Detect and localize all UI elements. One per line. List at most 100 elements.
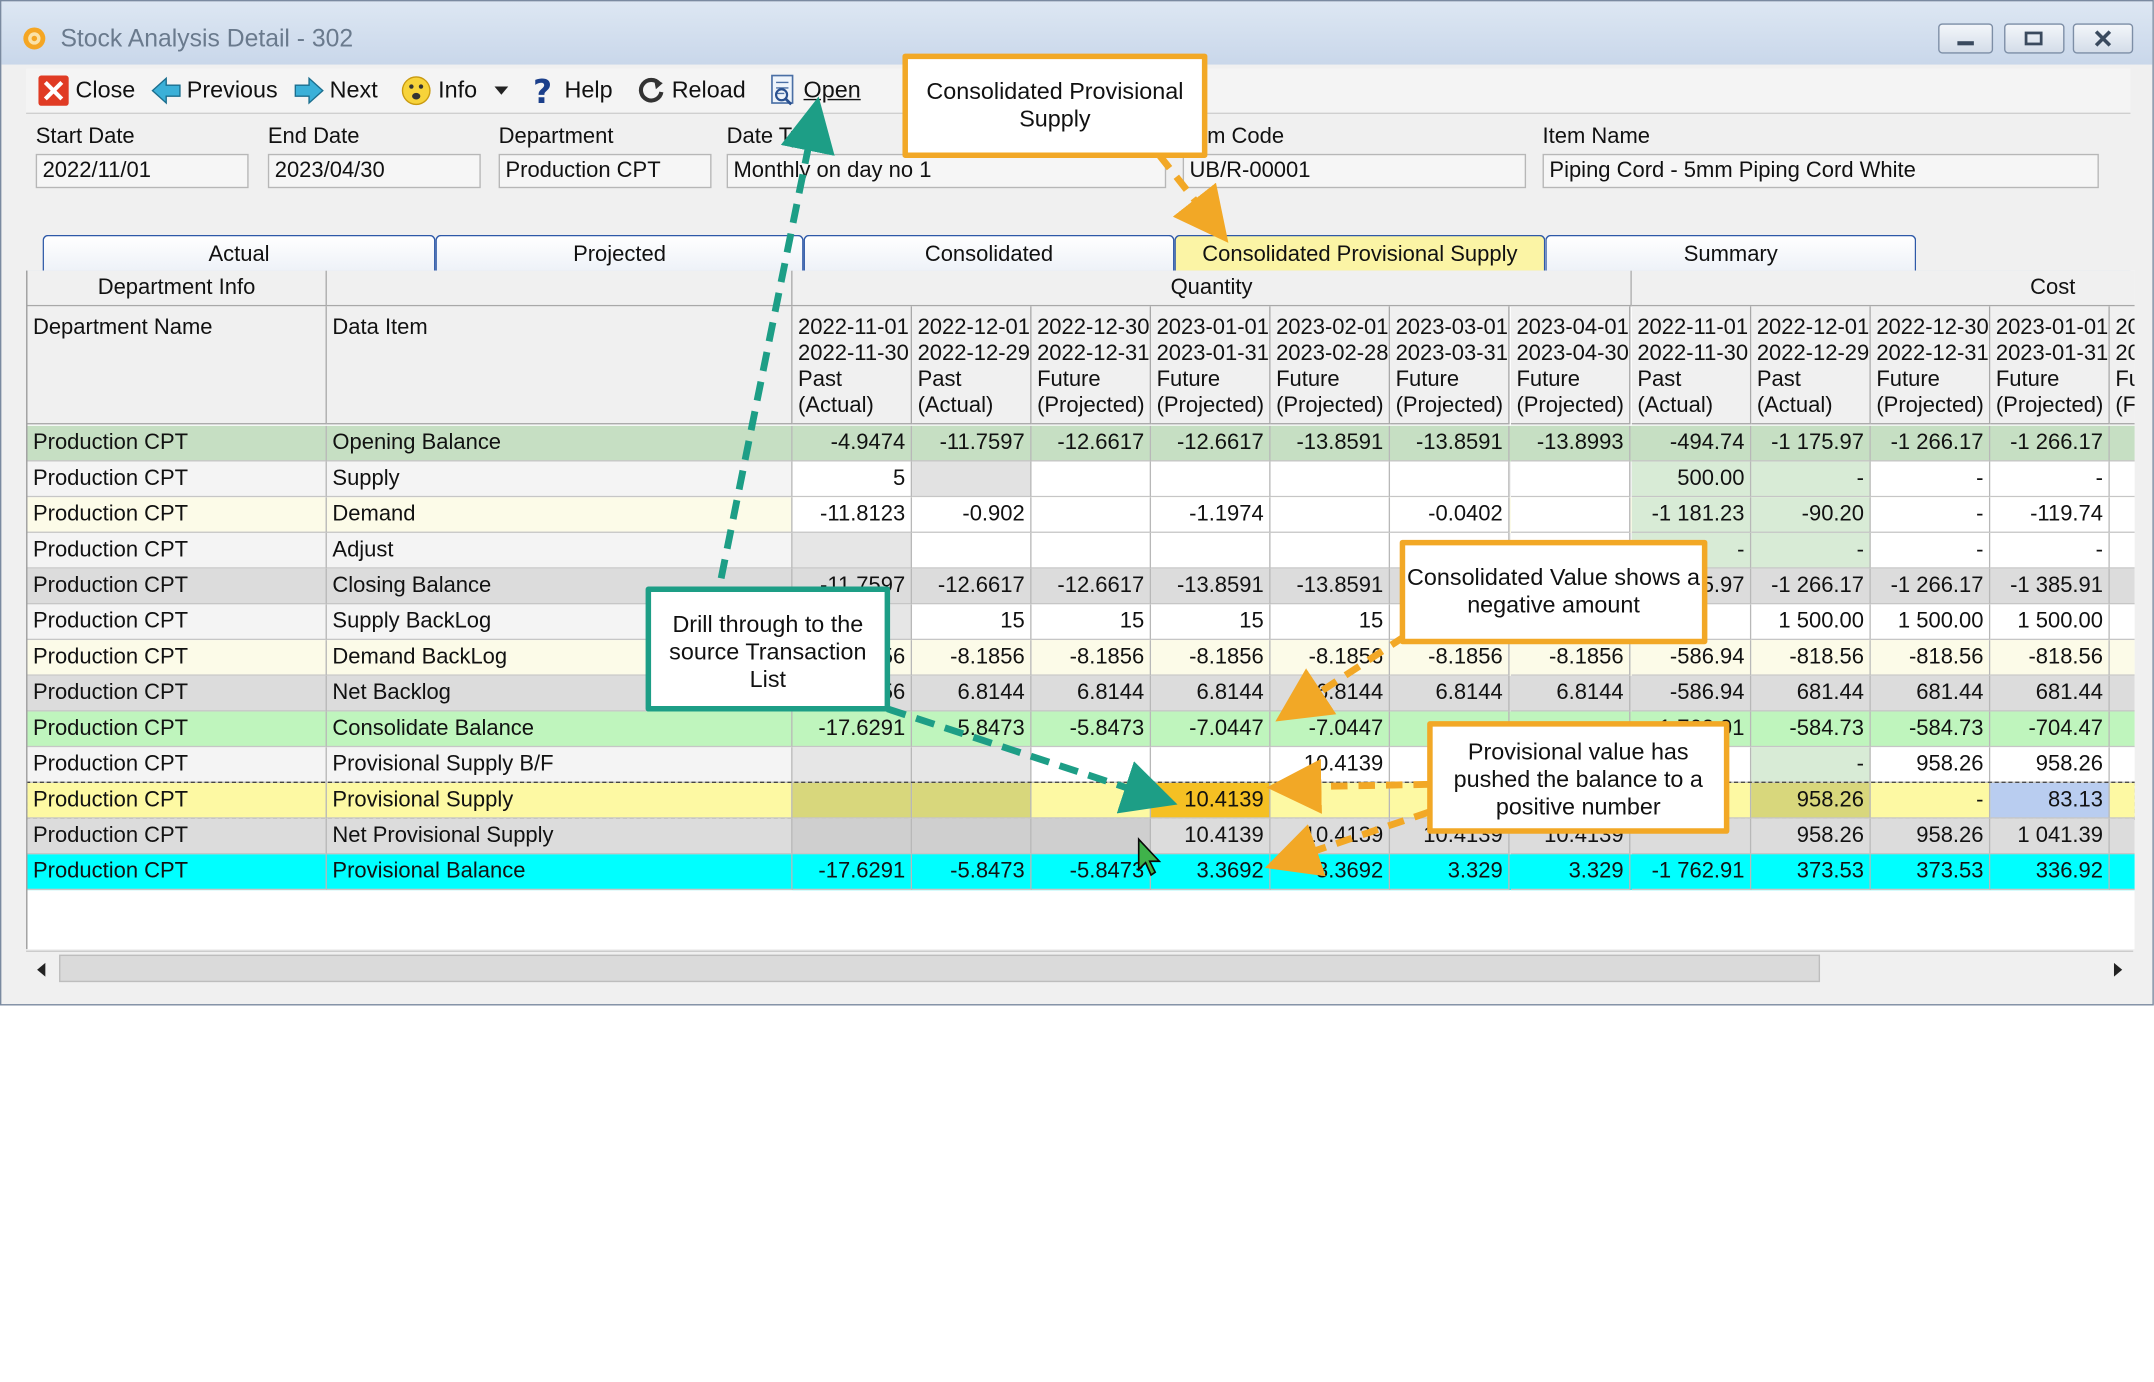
cost-cell[interactable]: -: [1870, 532, 1991, 569]
quantity-period-header[interactable]: 2023-03-01 2023-03-31 Future (Projected): [1390, 306, 1510, 425]
quantity-cell[interactable]: -11.8123: [792, 497, 913, 533]
quantity-cell[interactable]: [1031, 461, 1152, 498]
cost-cell[interactable]: 83.13: [1990, 782, 2110, 819]
maximize-button[interactable]: [2004, 23, 2065, 54]
quantity-cell[interactable]: [912, 747, 1032, 783]
quantity-cell[interactable]: -5.8473: [1031, 854, 1152, 891]
cost-cell[interactable]: 1 500.00: [1870, 604, 1991, 641]
quantity-cell[interactable]: -12.6617: [912, 568, 1032, 605]
cost-cell[interactable]: -1 181.23: [1631, 497, 1752, 533]
quantity-cell[interactable]: -8.1856: [912, 640, 1032, 676]
cost-cell[interactable]: -1 762.91: [1631, 854, 1752, 891]
cost-cell[interactable]: -818.56: [1751, 640, 1871, 676]
table-row[interactable]: Production CPT Consolidate Balance -17.629…: [27, 711, 2135, 748]
quantity-cell[interactable]: -13.8591: [1270, 568, 1391, 605]
next-button[interactable]: Next: [294, 71, 378, 109]
tab-summary[interactable]: Summary: [1545, 234, 1917, 271]
close-window-button[interactable]: [2072, 23, 2134, 54]
start-date-field[interactable]: 2022/11/01: [35, 153, 249, 189]
cost-cell[interactable]: -1 266.17: [1751, 568, 1871, 605]
cost-cell[interactable]: 958.26: [1751, 782, 1871, 819]
cost-cell[interactable]: [2109, 461, 2135, 498]
quantity-cell[interactable]: 15: [1151, 604, 1271, 641]
quantity-cell[interactable]: [792, 818, 913, 855]
cost-cell[interactable]: [2109, 747, 2135, 783]
quantity-cell[interactable]: -5.8473: [1031, 711, 1152, 748]
cost-cell[interactable]: -818.56: [1870, 640, 1991, 676]
quantity-period-header[interactable]: 2022-11-01 2022-11-30 Past (Actual): [792, 306, 913, 425]
tab-consolidated[interactable]: Consolidated: [803, 234, 1175, 271]
quantity-cell[interactable]: 15: [912, 604, 1032, 641]
reload-button[interactable]: Reload: [636, 71, 746, 109]
quantity-cell[interactable]: -1.1974: [1151, 497, 1271, 533]
quantity-cell[interactable]: -8.1856: [1510, 640, 1631, 676]
quantity-cell[interactable]: [792, 782, 913, 819]
cost-cell[interactable]: [2109, 854, 2135, 891]
cost-cell[interactable]: [2109, 497, 2135, 533]
quantity-cell[interactable]: -5.8473: [912, 854, 1032, 891]
table-row[interactable]: Production CPT Provisional Supply B/F 10.4…: [27, 747, 2135, 783]
quantity-period-header[interactable]: 2023-04-01 2023-04-30 Future (Projected): [1510, 306, 1631, 425]
quantity-cell[interactable]: -17.6291: [792, 711, 913, 748]
cost-cell[interactable]: -: [1751, 461, 1871, 498]
previous-button[interactable]: Previous: [151, 71, 278, 109]
cost-cell[interactable]: [2109, 640, 2135, 676]
cost-cell[interactable]: -494.74: [1631, 425, 1752, 462]
open-button[interactable]: Open: [768, 71, 861, 109]
quantity-cell[interactable]: 10.4139: [1270, 747, 1391, 783]
quantity-cell[interactable]: 10.4139: [1151, 818, 1271, 855]
quantity-cell[interactable]: -13.8591: [1151, 568, 1271, 605]
quantity-cell[interactable]: -7.0447: [1151, 711, 1271, 748]
cost-cell[interactable]: [2109, 711, 2135, 748]
quantity-cell[interactable]: [792, 532, 913, 569]
quantity-cell[interactable]: -5.8473: [912, 711, 1032, 748]
table-row[interactable]: Production CPT Supply BackLog 15 15 15 15 1 50…: [27, 604, 2135, 641]
cost-cell[interactable]: -: [1751, 747, 1871, 783]
date-type-field[interactable]: Monthly on day no 1: [726, 153, 1167, 189]
cost-cell[interactable]: -818.56: [1990, 640, 2110, 676]
cost-cell[interactable]: [2109, 818, 2135, 855]
quantity-cell[interactable]: -13.8591: [1270, 425, 1391, 462]
info-dropdown-button[interactable]: [492, 71, 517, 109]
quantity-cell[interactable]: [1270, 461, 1391, 498]
quantity-cell[interactable]: -13.8591: [1390, 425, 1510, 462]
department-field[interactable]: Production CPT: [498, 153, 712, 189]
table-row[interactable]: Production CPT Adjust - - - -: [27, 532, 2135, 569]
quantity-cell[interactable]: -8.1856: [1151, 640, 1271, 676]
quantity-cell[interactable]: [1151, 532, 1271, 569]
cost-cell[interactable]: -90.20: [1751, 497, 1871, 533]
quantity-cell[interactable]: 10.4139: [1270, 818, 1391, 855]
cost-cell[interactable]: 681.44: [1990, 675, 2110, 712]
cost-cell[interactable]: -584.73: [1751, 711, 1871, 748]
table-row[interactable]: Production CPT Provisional Supply 10.4139 9…: [27, 781, 2135, 821]
quantity-cell[interactable]: 10.4139: [1151, 782, 1271, 819]
tab-projected[interactable]: Projected: [435, 234, 804, 271]
cost-cell[interactable]: -1 385.91: [1990, 568, 2110, 605]
quantity-cell[interactable]: 6.8144: [1390, 675, 1510, 712]
table-row[interactable]: Production CPT Demand -11.8123 -0.902 -1.197…: [27, 497, 2135, 533]
table-row[interactable]: Production CPT Supply 5 500.00- - -: [27, 461, 2135, 498]
quantity-cell[interactable]: -12.6617: [1031, 568, 1152, 605]
quantity-cell[interactable]: 6.8144: [912, 675, 1032, 712]
cost-cell[interactable]: -586.94: [1631, 640, 1752, 676]
quantity-cell[interactable]: 15: [1270, 604, 1391, 641]
cost-cell[interactable]: -1 266.17: [1870, 425, 1991, 462]
quantity-cell[interactable]: -7.0447: [1270, 711, 1391, 748]
table-row[interactable]: Production CPTClosing Balance-11.7597-12…: [27, 568, 2135, 605]
quantity-cell[interactable]: 3.329: [1510, 854, 1631, 891]
cost-cell[interactable]: -: [1990, 532, 2110, 569]
cost-cell[interactable]: -1 175.97: [1751, 425, 1871, 462]
quantity-cell[interactable]: -11.7597: [912, 425, 1032, 462]
table-row[interactable]: Production CPT Provisional Balance -17.629…: [27, 854, 2135, 891]
quantity-cell[interactable]: [1270, 782, 1391, 819]
tab-actual[interactable]: Actual: [42, 234, 436, 271]
cost-cell[interactable]: 373.53: [1751, 854, 1871, 891]
quantity-period-header[interactable]: 2023-01-01 2023-01-31 Future (Projected): [1151, 306, 1271, 425]
cost-cell[interactable]: [2109, 568, 2135, 605]
cost-cell[interactable]: [2109, 425, 2135, 462]
quantity-cell[interactable]: -0.0402: [1390, 497, 1510, 533]
cost-cell[interactable]: 958.26: [1870, 818, 1991, 855]
quantity-cell[interactable]: [1510, 461, 1631, 498]
quantity-cell[interactable]: -8.1856: [1270, 640, 1391, 676]
minimize-button[interactable]: [1938, 23, 1994, 54]
